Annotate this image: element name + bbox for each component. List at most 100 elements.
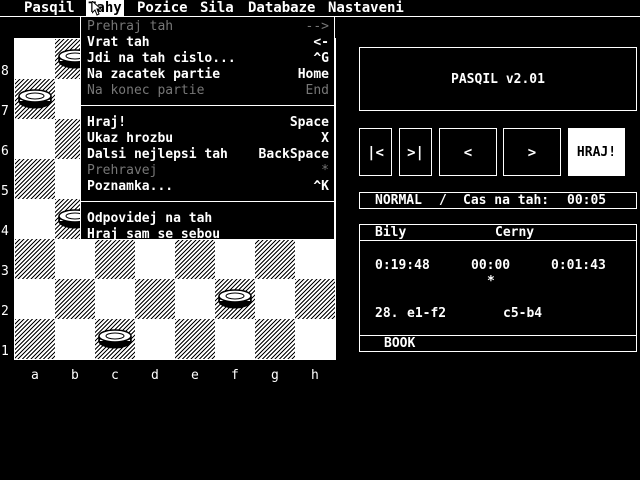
move-number: 28. (375, 306, 399, 321)
tahy-dropdown-menu: Prehraj tah --> Vrat tah <- Jdi na tah cislo… (80, 16, 335, 243)
board-square-e1[interactable] (175, 319, 215, 359)
play-button[interactable]: HRAJ! (568, 128, 625, 176)
rank-label: 3 (1, 264, 9, 279)
menu-item-shortcut: * (321, 163, 329, 178)
file-label: e (191, 368, 199, 383)
first-move-button[interactable]: |< (359, 128, 392, 176)
prev-move-button[interactable]: < (439, 128, 497, 176)
checker-piece-c1[interactable] (98, 329, 132, 349)
status-separator: / (439, 193, 447, 208)
board-square-e3[interactable] (175, 239, 215, 279)
board-square-b2[interactable] (55, 279, 95, 319)
last-move-button[interactable]: >| (399, 128, 432, 176)
board-square-a3[interactable] (15, 239, 55, 279)
board-square-a6[interactable] (15, 119, 55, 159)
menu-sila[interactable]: Sila (198, 0, 236, 16)
board-square-c2[interactable] (95, 279, 135, 319)
book-bar: BOOK (359, 335, 637, 352)
next-move-button[interactable]: > (503, 128, 561, 176)
menu-item-label: Dalsi nejlepsi tah (87, 147, 228, 162)
menu-item-label: Prehravej (87, 163, 158, 178)
menu-item-jdi-na-tah-cislo[interactable]: Jdi na tah cislo... ^G (87, 51, 329, 67)
board-square-h3[interactable] (295, 239, 335, 279)
menu-item-shortcut: Space (289, 115, 329, 130)
rank-label: 5 (1, 184, 9, 199)
file-label: c (111, 368, 119, 383)
board-square-a5[interactable] (15, 159, 55, 199)
menu-item-shortcut: ^G (313, 51, 329, 66)
menu-pozice[interactable]: Pozice (135, 0, 190, 16)
board-square-h1[interactable] (295, 319, 335, 359)
menu-item-shortcut: BackSpace (258, 147, 329, 162)
board-square-a1[interactable] (15, 319, 55, 359)
menu-item-dalsi-nejlepsi-tah[interactable]: Dalsi nejlepsi tah BackSpace (87, 147, 329, 163)
menu-item-shortcut: Home (297, 67, 329, 82)
white-player-label: Bily (375, 225, 407, 240)
menu-item-label: Poznamka... (87, 179, 174, 194)
checker-piece-a7[interactable] (18, 89, 52, 109)
menu-item-label: Jdi na tah cislo... (87, 51, 236, 66)
board-square-a2[interactable] (15, 279, 55, 319)
board-square-g2[interactable] (255, 279, 295, 319)
white-last-move: e1-f2 (407, 306, 447, 321)
menu-item-label: Hraj! (87, 115, 127, 130)
menu-item-ukaz-hrozbu[interactable]: Ukaz hrozbu X (87, 131, 329, 147)
board-square-d2[interactable] (135, 279, 175, 319)
menu-item-poznamka[interactable]: Poznamka... ^K (87, 179, 329, 195)
black-player-label: Cerny (495, 225, 535, 240)
menu-item-hraj-sam-se-sebou[interactable]: Hraj sam se sebou (87, 227, 329, 243)
rank-label: 2 (1, 304, 9, 319)
menu-item-odpovidej-na-tah[interactable]: Odpovidej na tah (87, 211, 329, 227)
menu-separator (81, 105, 334, 106)
menu-item-na-zacatek-partie[interactable]: Na zacatek partie Home (87, 67, 329, 83)
menu-item-prehravej[interactable]: Prehravej * (87, 163, 329, 179)
menu-item-vrat-tah[interactable]: Vrat tah <- (87, 35, 329, 51)
rank-label: 4 (1, 224, 9, 239)
board-square-d1[interactable] (135, 319, 175, 359)
file-label: a (31, 368, 39, 383)
file-label: b (71, 368, 79, 383)
board-square-a8[interactable] (15, 39, 55, 79)
file-label: h (311, 368, 319, 383)
rank-label: 7 (1, 104, 9, 119)
move-clock: 00:00 (471, 258, 511, 273)
file-label: d (151, 368, 159, 383)
menu-item-label: Odpovidej na tah (87, 211, 213, 226)
board-square-c3[interactable] (95, 239, 135, 279)
app-title: PASQIL v2.01 (451, 72, 545, 87)
board-square-b1[interactable] (55, 319, 95, 359)
menu-item-prehraj-tah[interactable]: Prehraj tah --> (87, 19, 329, 35)
board-square-g1[interactable] (255, 319, 295, 359)
board-square-a4[interactable] (15, 199, 55, 239)
menu-separator (81, 201, 334, 202)
file-label: f (231, 368, 239, 383)
menu-item-label: Na konec partie (87, 83, 205, 98)
menu-item-label: Ukaz hrozbu (87, 131, 174, 146)
board-square-g3[interactable] (255, 239, 295, 279)
board-square-h2[interactable] (295, 279, 335, 319)
menu-item-label: Hraj sam se sebou (87, 227, 221, 242)
status-bar: NORMAL / Cas na tah: 00:05 (359, 192, 637, 209)
menu-databaze[interactable]: Databaze (246, 0, 317, 16)
white-clock: 0:19:48 (375, 258, 430, 273)
info-divider (360, 240, 636, 241)
checker-piece-f2[interactable] (218, 289, 252, 309)
menu-item-label: Vrat tah (87, 35, 150, 50)
board-square-d3[interactable] (135, 239, 175, 279)
menu-item-label: Na zacatek partie (87, 67, 221, 82)
board-square-b3[interactable] (55, 239, 95, 279)
rank-label: 8 (1, 64, 9, 79)
file-label: g (271, 368, 279, 383)
menu-item-na-konec-partie[interactable]: Na konec partie End (87, 83, 329, 99)
book-indicator: BOOK (384, 336, 416, 351)
board-square-f1[interactable] (215, 319, 255, 359)
level-text: NORMAL (375, 193, 422, 208)
black-last-move: c5-b4 (503, 306, 543, 321)
game-info-panel: Bily Cerny 0:19:48 00:00 0:01:43 * 28. e… (359, 224, 637, 336)
menu-pasqil[interactable]: Pasqil (22, 0, 77, 16)
time-label: Cas na tah: (463, 193, 550, 208)
board-square-f3[interactable] (215, 239, 255, 279)
menu-item-hraj[interactable]: Hraj! Space (87, 115, 329, 131)
board-square-e2[interactable] (175, 279, 215, 319)
menu-nastaveni[interactable]: Nastaveni (326, 0, 406, 16)
